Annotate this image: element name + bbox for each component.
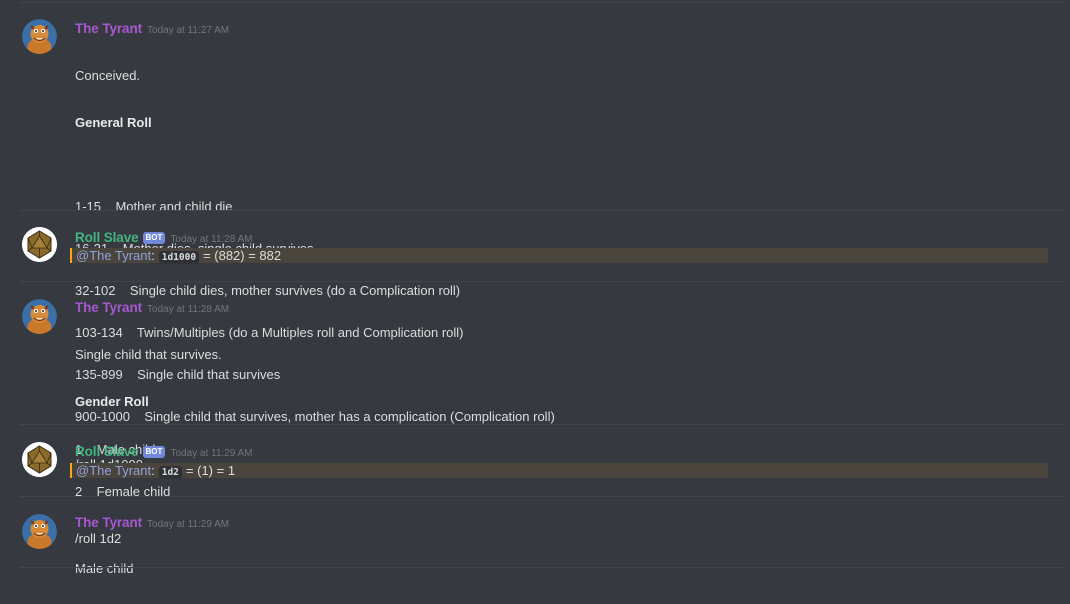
message-divider — [20, 424, 1065, 425]
username[interactable]: Roll Slave — [75, 444, 139, 459]
bot-tag: BOT — [142, 446, 166, 458]
message-header: Roll Slave BOT Today at 11:28 AM — [75, 229, 253, 247]
roll-title: Gender Roll — [75, 394, 149, 409]
top-divider — [20, 2, 1065, 3]
d20-dice-avatar-icon — [22, 227, 57, 262]
bot-avatar[interactable] — [22, 442, 57, 477]
message-divider — [20, 210, 1065, 211]
mention-colon: : — [151, 248, 155, 263]
roll-result: = (882) = 882 — [203, 248, 282, 263]
message-header: Roll Slave BOT Today at 11:29 AM — [75, 443, 253, 461]
bot-tag: BOT — [142, 232, 166, 244]
message-line: Single child that survives. — [75, 347, 222, 362]
timestamp: Today at 11:28 AM — [170, 234, 253, 245]
dragon-avatar-icon — [22, 514, 57, 549]
roll-result: = (1) = 1 — [185, 463, 236, 478]
mention-highlight-row: @The Tyrant: 1d2 = (1) = 1 — [70, 463, 1048, 479]
username[interactable]: The Tyrant — [75, 21, 142, 36]
message-content: Male child — [75, 534, 134, 604]
tyrant-avatar[interactable] — [22, 19, 57, 54]
d20-dice-avatar-icon — [22, 442, 57, 477]
message-line: Male child — [75, 561, 134, 576]
tyrant-avatar[interactable] — [22, 299, 57, 334]
roll-title: General Roll — [75, 115, 152, 130]
timestamp: Today at 11:27 AM — [147, 25, 230, 36]
mention-highlight-row: @The Tyrant: 1d1000 = (882) = 882 — [70, 248, 1048, 264]
message-divider — [20, 281, 1065, 282]
dice-code: 1d2 — [158, 466, 182, 479]
tyrant-avatar[interactable] — [22, 514, 57, 549]
dragon-avatar-icon — [22, 19, 57, 54]
username[interactable]: Roll Slave — [75, 230, 139, 245]
dice-code: 1d1000 — [158, 251, 200, 264]
timestamp: Today at 11:29 AM — [147, 519, 230, 530]
dragon-avatar-icon — [22, 299, 57, 334]
timestamp: Today at 11:28 AM — [147, 304, 230, 315]
table-line: 32-102 Single child dies, mother survive… — [75, 283, 461, 298]
user-mention[interactable]: @The Tyrant — [76, 248, 151, 263]
user-mention[interactable]: @The Tyrant — [76, 463, 151, 478]
username[interactable]: The Tyrant — [75, 515, 142, 530]
message-header: The Tyrant Today at 11:28 AM — [75, 299, 229, 317]
table-line: 1-15 Mother and child die — [75, 199, 233, 214]
message-header: The Tyrant Today at 11:29 AM — [75, 514, 229, 532]
message-divider — [20, 567, 1065, 568]
message-divider — [20, 496, 1065, 497]
message-header: The Tyrant Today at 11:27 AM — [75, 20, 229, 38]
bot-avatar[interactable] — [22, 227, 57, 262]
message-line: Conceived. — [75, 68, 141, 83]
username[interactable]: The Tyrant — [75, 300, 142, 315]
timestamp: Today at 11:29 AM — [170, 448, 253, 459]
mention-colon: : — [151, 463, 155, 478]
